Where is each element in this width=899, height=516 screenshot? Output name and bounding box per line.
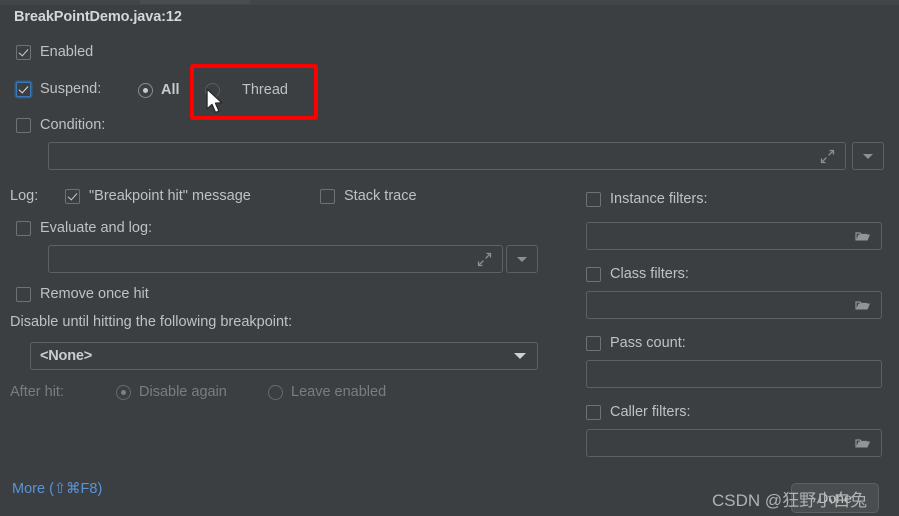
suspend-thread-label: Thread [242,82,288,98]
instance-filters-input[interactable] [586,222,882,250]
chevron-down-icon [863,153,873,159]
enabled-row[interactable]: Enabled [16,44,93,60]
class-filters-input[interactable] [586,291,882,319]
window-top-edge [0,0,899,5]
condition-row[interactable]: Condition: [16,117,105,133]
after-hit-leave-enabled-radio[interactable] [268,384,283,400]
instance-filters-label: Instance filters: [610,191,708,207]
folder-icon[interactable] [855,230,871,243]
class-filters-checkbox[interactable] [586,266,601,282]
evaluate-and-log-checkbox[interactable] [16,220,31,236]
condition-dropdown-button[interactable] [852,142,884,170]
folder-icon[interactable] [855,437,871,450]
breakpoint-hit-message-checkbox[interactable] [65,188,80,204]
after-hit-leave-enabled-row[interactable]: Leave enabled [268,384,386,400]
condition-input[interactable] [48,142,846,170]
window-top-edge-highlight [140,0,250,4]
suspend-all-radio-row[interactable]: All [138,82,180,98]
suspend-all-label: All [161,82,180,98]
disable-until-selected-value: <None> [40,348,92,364]
stack-trace-row[interactable]: Stack trace [320,188,417,204]
chevron-down-icon [517,256,527,262]
enabled-label: Enabled [40,44,94,60]
evaluate-and-log-input[interactable] [48,245,503,273]
instance-filters-row[interactable]: Instance filters: [586,191,708,207]
disable-until-label-row: Disable until hitting the following brea… [10,314,292,330]
caller-filters-row[interactable]: Caller filters: [586,404,691,420]
mouse-pointer-icon [206,88,223,114]
disable-until-select[interactable]: <None> [30,342,538,370]
breakpoint-hit-message-label: "Breakpoint hit" message [89,188,251,204]
after-hit-disable-again-row[interactable]: Disable again [116,384,227,400]
suspend-label: Suspend: [40,81,102,97]
class-filters-label: Class filters: [610,266,689,282]
expand-arrows-icon[interactable] [820,149,835,164]
condition-checkbox[interactable] [16,117,31,133]
evaluate-and-log-row[interactable]: Evaluate and log: [16,220,152,236]
stack-trace-checkbox[interactable] [320,188,335,204]
evaluate-and-log-label: Evaluate and log: [40,220,153,236]
suspend-row[interactable]: Suspend: [16,81,101,97]
expand-arrows-icon[interactable] [477,252,492,267]
caller-filters-checkbox[interactable] [586,404,601,420]
after-hit-disable-again-radio[interactable] [116,384,131,400]
after-hit-leave-enabled-label: Leave enabled [291,384,387,400]
suspend-checkbox[interactable] [16,81,31,97]
enabled-checkbox[interactable] [16,44,31,60]
remove-once-hit-row[interactable]: Remove once hit [16,286,149,302]
class-filters-row[interactable]: Class filters: [586,266,689,282]
caller-filters-label: Caller filters: [610,404,691,420]
condition-label: Condition: [40,117,106,133]
stack-trace-label: Stack trace [344,188,417,204]
log-row: Log: [10,188,38,204]
pass-count-row[interactable]: Pass count: [586,335,686,351]
after-hit-label-row: After hit: [10,384,64,400]
breakpoint-settings-popup: BreakPointDemo.java:12 Enabled Suspend: … [0,0,899,516]
more-link[interactable]: More (⇧⌘F8) [12,481,102,497]
caller-filters-input[interactable] [586,429,882,457]
evaluate-and-log-dropdown-button[interactable] [506,245,538,273]
instance-filters-checkbox[interactable] [586,191,601,207]
page-title: BreakPointDemo.java:12 [14,9,182,25]
suspend-all-radio[interactable] [138,82,153,98]
chevron-down-icon [514,353,526,359]
folder-icon[interactable] [855,299,871,312]
after-hit-disable-again-label: Disable again [139,384,227,400]
watermark: CSDN @狂野小白兔 [712,491,868,510]
after-hit-label: After hit: [10,384,64,400]
log-label: Log: [10,188,39,204]
remove-once-hit-checkbox[interactable] [16,286,31,302]
disable-until-label: Disable until hitting the following brea… [10,314,293,330]
pass-count-label: Pass count: [610,335,686,351]
pass-count-input[interactable] [586,360,882,388]
breakpoint-hit-message-row[interactable]: "Breakpoint hit" message [65,188,251,204]
remove-once-hit-label: Remove once hit [40,286,149,302]
pass-count-checkbox[interactable] [586,335,601,351]
